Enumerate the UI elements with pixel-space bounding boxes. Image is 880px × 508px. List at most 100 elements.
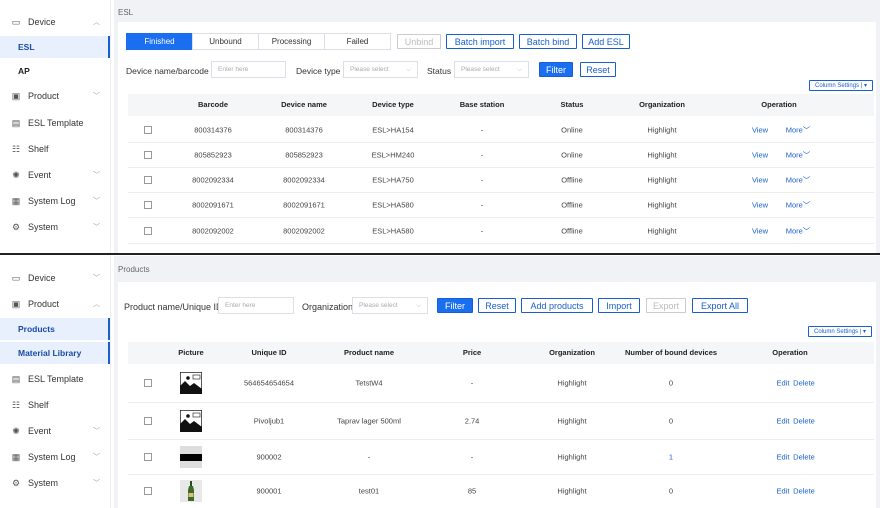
column-settings-button[interactable]: Column Settings | ▾ <box>809 80 873 91</box>
sidebar-item-device[interactable]: ▭ Device ︿ <box>0 11 110 33</box>
more-dropdown[interactable]: More﹀ <box>786 174 811 185</box>
table-row: 8002092334 8002092334 ESL>HA750 - Offline Hig… <box>128 167 874 193</box>
tab-processing[interactable]: Processing <box>258 33 325 50</box>
chevron-down-icon: ﹀ <box>93 480 100 487</box>
view-link[interactable]: View <box>752 125 768 134</box>
reset-button[interactable]: Reset <box>478 298 516 313</box>
sidebar-item-esl-template[interactable]: ▤ ESL Template <box>0 368 110 390</box>
product-icon: ▣ <box>11 298 21 309</box>
delete-link[interactable]: Delete <box>793 416 815 425</box>
more-dropdown[interactable]: More﹀ <box>786 199 811 210</box>
view-link[interactable]: View <box>752 175 768 184</box>
table-row: 564654654654 TetstW4 - Highlight 0 Edit Delete <box>128 364 874 403</box>
sidebar-item-shelf[interactable]: ☷ Shelf <box>0 138 110 160</box>
sidebar-item-system-log[interactable]: ▦ System Log ﹀ <box>0 446 110 468</box>
column-header-organization: Organization <box>549 348 595 357</box>
chevron-up-icon: ︿ <box>93 301 100 308</box>
chevron-down-icon: ﹀ <box>93 454 100 461</box>
edit-link[interactable]: Edit <box>777 452 790 461</box>
template-icon: ▤ <box>11 117 21 128</box>
product-search-input[interactable]: Enter here <box>218 297 294 314</box>
chevron-down-icon: ﹀ <box>802 150 811 159</box>
cell-status: Offline <box>561 200 583 209</box>
device-search-input[interactable]: Enter here <box>211 61 286 78</box>
sidebar-item-products[interactable]: Products <box>0 318 110 340</box>
column-header-barcode: Barcode <box>197 100 229 109</box>
sidebar-item-product[interactable]: ▣ Product ﹀ <box>0 85 110 107</box>
row-checkbox[interactable] <box>144 226 152 235</box>
table-row: 805852923 805852923 ESL>HM240 - Online Highli… <box>128 142 874 168</box>
add-products-button[interactable]: Add products <box>521 298 593 313</box>
status-select[interactable]: Please select ⌵ <box>454 61 529 78</box>
table-row: 8002091671 8002091671 ESL>HA580 - Offline Hig… <box>128 192 874 218</box>
row-checkbox[interactable] <box>144 175 152 184</box>
chevron-down-icon: ﹀ <box>802 175 811 184</box>
row-checkbox[interactable] <box>144 379 152 387</box>
tab-unbound[interactable]: Unbound <box>192 33 259 50</box>
edit-link[interactable]: Edit <box>777 379 790 388</box>
screen-divider <box>0 253 880 255</box>
unbind-button[interactable]: Unbind <box>397 34 441 49</box>
main-content: ESL Finished Unbound Processing Failed U… <box>114 0 880 253</box>
row-checkbox[interactable] <box>144 452 152 461</box>
cell-type: ESL>HM240 <box>371 150 415 159</box>
sidebar-item-system[interactable]: ⚙ System ﹀ <box>0 472 110 494</box>
delete-link[interactable]: Delete <box>793 487 815 496</box>
table-row: 8002092002 8002092002 ESL>HA580 - Offline Hig… <box>128 218 874 244</box>
row-checkbox[interactable] <box>144 125 152 134</box>
export-button[interactable]: Export <box>646 298 686 313</box>
sidebar-item-system-log[interactable]: ▦ System Log ﹀ <box>0 190 110 212</box>
row-checkbox[interactable] <box>144 487 152 495</box>
row-checkbox[interactable] <box>144 150 152 159</box>
edit-link[interactable]: Edit <box>777 416 790 425</box>
sidebar-item-ap[interactable]: AP <box>0 60 108 82</box>
sidebar-item-esl-template[interactable]: ▤ ESL Template <box>0 112 110 134</box>
view-link[interactable]: View <box>752 200 768 209</box>
delete-link[interactable]: Delete <box>793 452 815 461</box>
cell-bound: 0 <box>668 378 674 388</box>
more-dropdown[interactable]: More﹀ <box>786 149 811 160</box>
sidebar-item-event[interactable]: ✺ Event ﹀ <box>0 164 110 186</box>
view-link[interactable]: View <box>752 150 768 159</box>
cell-name: 8002091671 <box>283 200 325 209</box>
filter-button[interactable]: Filter <box>539 62 573 77</box>
cell-name: 805852923 <box>285 150 323 159</box>
chevron-down-icon: ﹀ <box>802 200 811 209</box>
column-header-device-type: Device type <box>372 100 414 109</box>
cell-bound[interactable]: 1 <box>669 452 673 461</box>
delete-link[interactable]: Delete <box>793 379 815 388</box>
import-button[interactable]: Import <box>598 298 640 313</box>
cell-org: Highlight <box>557 378 587 388</box>
view-link[interactable]: View <box>752 226 768 235</box>
export-all-button[interactable]: Export All <box>692 298 748 313</box>
filter-button[interactable]: Filter <box>437 298 473 313</box>
batch-bind-button[interactable]: Batch bind <box>519 34 577 49</box>
row-checkbox[interactable] <box>144 416 152 425</box>
organization-select[interactable]: Please select ⌵ <box>352 297 428 314</box>
edit-link[interactable]: Edit <box>777 487 790 496</box>
cell-barcode: 8002092002 <box>192 226 234 235</box>
system-icon: ⚙ <box>11 221 21 232</box>
device-type-select[interactable]: Please select ⌵ <box>343 61 418 78</box>
chevron-down-icon: ﹀ <box>93 198 100 205</box>
chevron-down-icon: ▾ <box>861 329 866 335</box>
products-screen: ▭ Device ﹀ ▣ Product ︿ Products Material… <box>0 256 880 508</box>
sidebar-item-system[interactable]: ⚙ System ﹀ <box>0 216 110 238</box>
more-dropdown[interactable]: More﹀ <box>786 124 811 135</box>
tab-failed[interactable]: Failed <box>324 33 391 50</box>
sidebar-item-event[interactable]: ✺ Event ﹀ <box>0 420 110 442</box>
reset-button[interactable]: Reset <box>580 62 616 77</box>
sidebar-item-shelf[interactable]: ☷ Shelf <box>0 394 110 416</box>
more-dropdown[interactable]: More﹀ <box>786 225 811 236</box>
tab-finished[interactable]: Finished <box>126 33 193 50</box>
column-settings-button[interactable]: Column Settings | ▾ <box>808 326 872 337</box>
row-checkbox[interactable] <box>144 200 152 209</box>
sidebar-item-device[interactable]: ▭ Device ﹀ <box>0 267 110 289</box>
sidebar: ▭ Device ﹀ ▣ Product ︿ Products Material… <box>0 256 111 508</box>
add-esl-button[interactable]: Add ESL <box>582 34 630 49</box>
status-label: Status <box>427 66 452 76</box>
batch-import-button[interactable]: Batch import <box>446 34 514 49</box>
sidebar-item-material-library[interactable]: Material Library <box>0 342 110 364</box>
sidebar-item-product[interactable]: ▣ Product ︿ <box>0 293 110 315</box>
sidebar-item-esl[interactable]: ESL <box>0 36 110 58</box>
